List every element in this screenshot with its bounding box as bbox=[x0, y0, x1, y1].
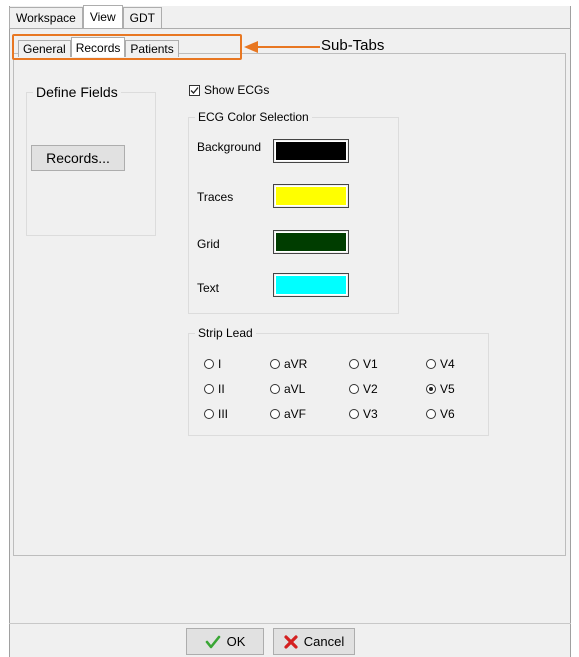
radio-circle[interactable] bbox=[270, 359, 280, 369]
radio-circle[interactable] bbox=[204, 359, 214, 369]
tab-divider bbox=[9, 28, 571, 29]
radio-circle[interactable] bbox=[270, 384, 280, 394]
background-color-swatch[interactable] bbox=[273, 139, 349, 163]
lead-radio-V3[interactable]: V3 bbox=[349, 407, 378, 421]
ok-button[interactable]: OK bbox=[186, 628, 264, 655]
radio-circle[interactable] bbox=[270, 409, 280, 419]
traces-color-label: Traces bbox=[197, 190, 234, 204]
lead-label: aVR bbox=[284, 357, 308, 371]
lead-radio-I[interactable]: I bbox=[204, 357, 221, 371]
lead-radio-aVR[interactable]: aVR bbox=[270, 357, 307, 371]
lead-label: III bbox=[218, 407, 229, 421]
cancel-button[interactable]: Cancel bbox=[273, 628, 355, 655]
lead-radio-V6[interactable]: V6 bbox=[426, 407, 455, 421]
radio-circle[interactable] bbox=[204, 384, 214, 394]
background-color-label: Background bbox=[197, 140, 262, 154]
tab-label: View bbox=[89, 10, 116, 24]
radio-circle[interactable] bbox=[349, 359, 359, 369]
define-fields-legend: Define Fields bbox=[36, 84, 118, 100]
lead-label: V2 bbox=[363, 382, 378, 396]
tab-gdt[interactable]: GDT bbox=[122, 7, 162, 28]
show-ecgs-label: Show ECGs bbox=[204, 83, 270, 97]
ecg-color-selection-legend: ECG Color Selection bbox=[198, 110, 309, 124]
radio-circle[interactable] bbox=[426, 384, 436, 394]
grid-color-label: Grid bbox=[197, 237, 220, 251]
lead-radio-II[interactable]: II bbox=[204, 382, 225, 396]
grid-color-swatch[interactable] bbox=[273, 230, 349, 254]
subtabs-callout-label: Sub-Tabs bbox=[321, 37, 385, 54]
traces-color-swatch[interactable] bbox=[273, 184, 349, 208]
lead-radio-V5[interactable]: V5 bbox=[426, 382, 455, 396]
radio-circle[interactable] bbox=[426, 359, 436, 369]
lead-label: V4 bbox=[440, 357, 455, 371]
records-button-label: Records... bbox=[46, 150, 110, 166]
lead-radio-V4[interactable]: V4 bbox=[426, 357, 455, 371]
red-x-icon bbox=[284, 634, 298, 649]
top-tab-bar: Workspace View GDT bbox=[9, 5, 162, 29]
tab-label: Workspace bbox=[16, 11, 76, 25]
lead-label: V5 bbox=[440, 382, 455, 396]
checkbox-box[interactable] bbox=[189, 84, 200, 96]
checkmark-icon bbox=[190, 86, 199, 94]
cancel-button-label: Cancel bbox=[303, 634, 345, 649]
checkmark-icon bbox=[205, 635, 220, 648]
subtabs-highlight-box bbox=[12, 34, 242, 60]
lead-label: aVL bbox=[284, 382, 306, 396]
callout-arrow-icon bbox=[244, 41, 320, 53]
text-color-label: Text bbox=[197, 281, 220, 295]
radio-circle[interactable] bbox=[204, 409, 214, 419]
show-ecgs-checkbox[interactable]: Show ECGs bbox=[189, 83, 269, 97]
ok-button-label: OK bbox=[226, 634, 246, 649]
lead-label: V1 bbox=[363, 357, 378, 371]
radio-circle[interactable] bbox=[349, 409, 359, 419]
radio-circle[interactable] bbox=[349, 384, 359, 394]
tab-view[interactable]: View bbox=[82, 5, 123, 28]
lead-radio-V2[interactable]: V2 bbox=[349, 382, 378, 396]
footer-divider bbox=[9, 623, 571, 624]
text-color-swatch[interactable] bbox=[273, 273, 349, 297]
records-button[interactable]: Records... bbox=[31, 145, 125, 171]
strip-lead-legend: Strip Lead bbox=[198, 326, 253, 340]
lead-radio-aVL[interactable]: aVL bbox=[270, 382, 305, 396]
lead-radio-III[interactable]: III bbox=[204, 407, 228, 421]
tab-workspace[interactable]: Workspace bbox=[9, 7, 83, 28]
radio-circle[interactable] bbox=[426, 409, 436, 419]
lead-label: V3 bbox=[363, 407, 378, 421]
lead-radio-V1[interactable]: V1 bbox=[349, 357, 378, 371]
lead-radio-aVF[interactable]: aVF bbox=[270, 407, 306, 421]
tab-label: GDT bbox=[129, 11, 155, 25]
lead-label: II bbox=[218, 382, 225, 396]
lead-label: aVF bbox=[284, 407, 307, 421]
lead-label: V6 bbox=[440, 407, 455, 421]
lead-label: I bbox=[218, 357, 222, 371]
